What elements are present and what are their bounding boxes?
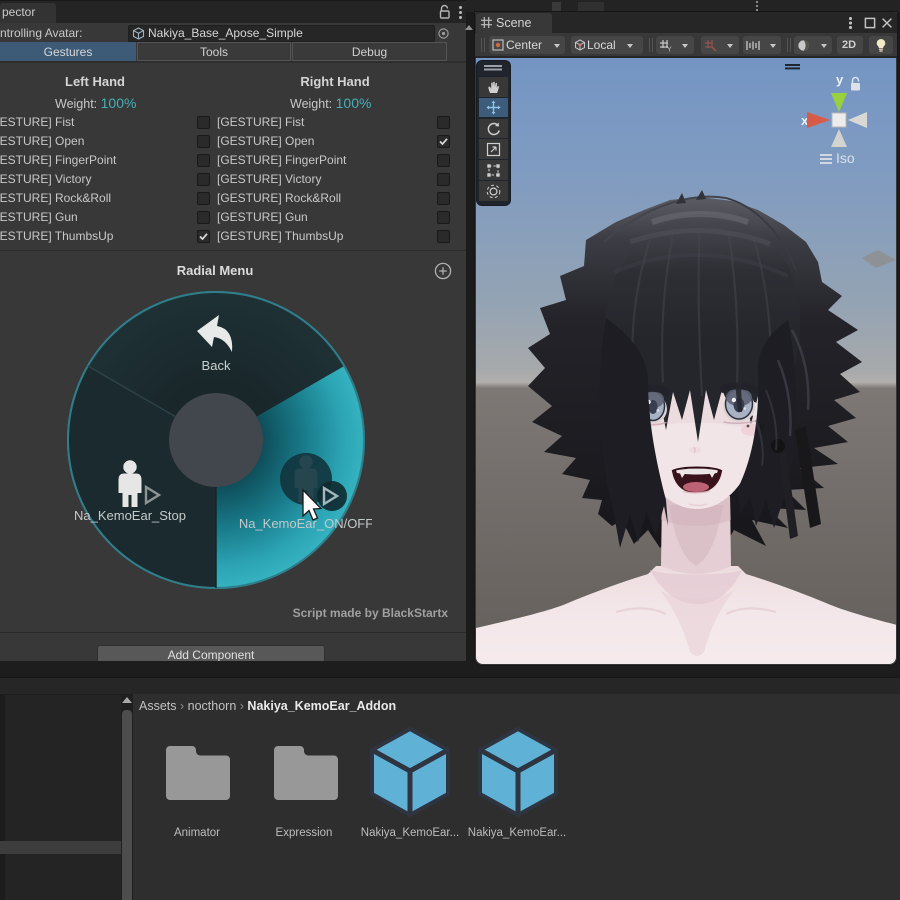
svg-text:y: y [836,72,844,87]
svg-text:Na_KemoEar_ON/OFF: Na_KemoEar_ON/OFF [239,516,372,531]
svg-text:Y: Y [667,47,672,53]
svg-text:Back: Back [202,358,231,373]
svg-text:Na_KemoEar_Stop: Na_KemoEar_Stop [74,508,186,523]
